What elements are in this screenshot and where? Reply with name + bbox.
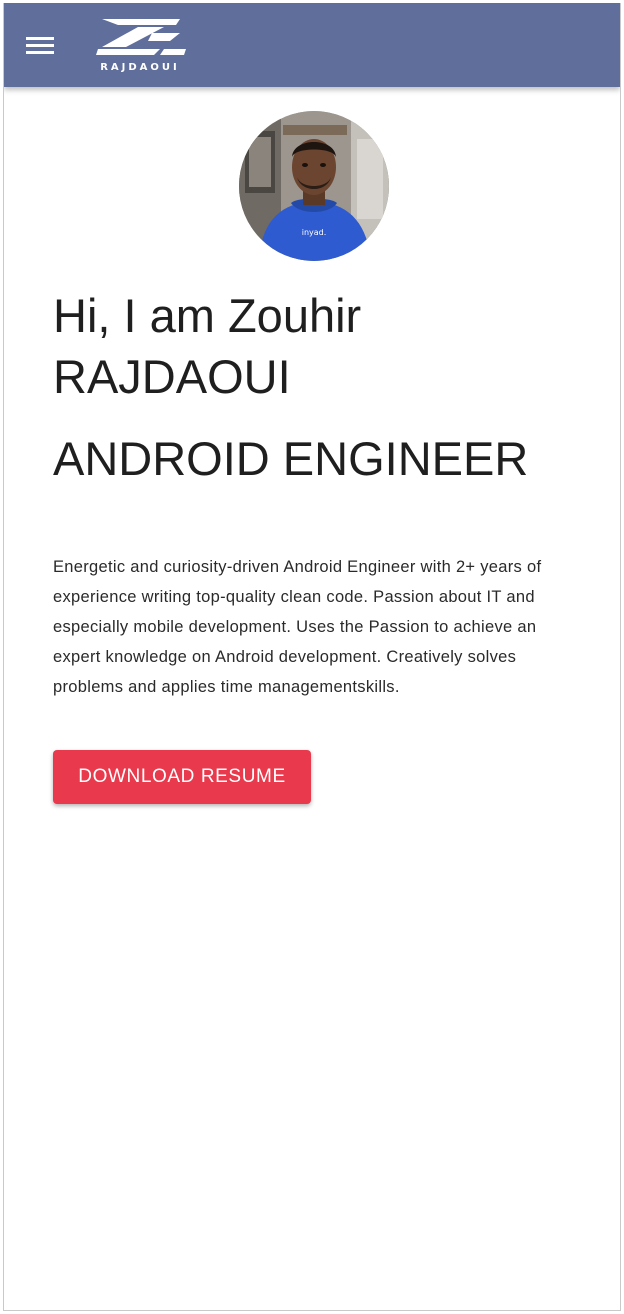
- menu-button[interactable]: [22, 29, 58, 61]
- hamburger-menu-icon: [26, 37, 54, 54]
- hero-bio: Energetic and curiosity-driven Android E…: [53, 558, 542, 696]
- site-logo[interactable]: RAJDAOUI: [94, 15, 186, 77]
- profile-avatar: inyad.: [239, 111, 389, 261]
- page-frame: RAJDAOUI inyad. Hi, I am Zouhir RAJDAOUI…: [3, 3, 621, 1311]
- hero-role: ANDROID ENGINEER: [53, 432, 529, 485]
- download-resume-button[interactable]: DOWNLOAD RESUME: [53, 750, 311, 804]
- hoodie-print: inyad.: [302, 228, 327, 237]
- hero-name: Hi, I am Zouhir RAJDAOUI: [53, 289, 362, 403]
- logo-text: RAJDAOUI: [100, 62, 180, 73]
- app-bar: RAJDAOUI: [4, 3, 620, 87]
- logo-mark-icon: [96, 19, 186, 55]
- profile-photo: inyad.: [239, 111, 389, 261]
